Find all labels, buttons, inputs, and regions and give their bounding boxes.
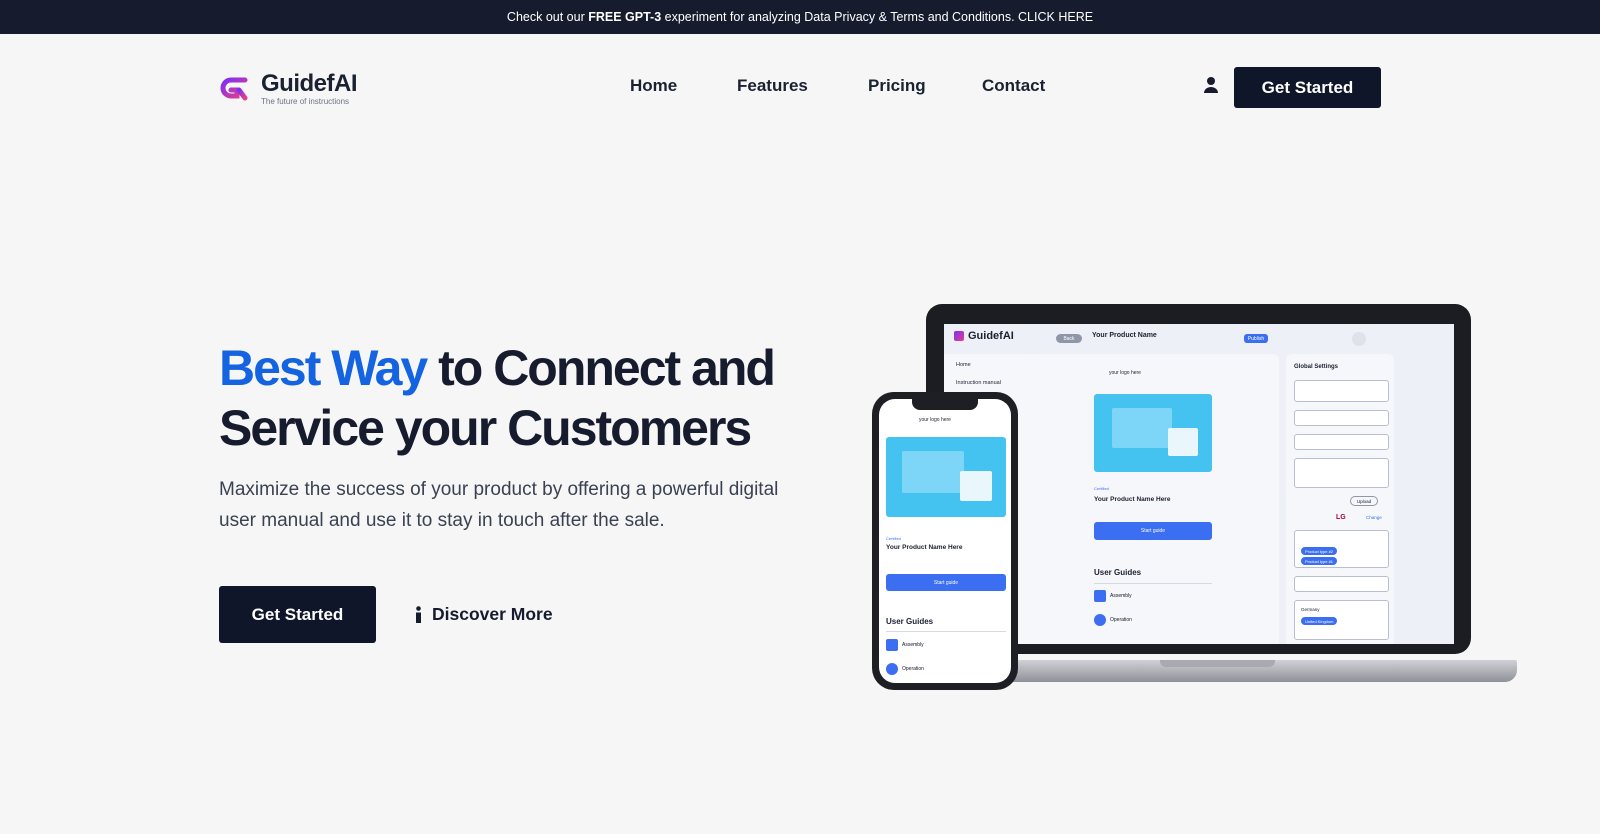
app-guide-assembly-label: Assembly — [1110, 593, 1132, 599]
certified-badge: Certified — [1094, 486, 1109, 491]
setting-field[interactable] — [1294, 410, 1389, 426]
phone-notch — [912, 398, 978, 410]
phone-screen-content: your logo here Certified Your Product Na… — [879, 399, 1011, 683]
header-get-started-button[interactable]: Get Started — [1234, 67, 1381, 108]
hero-get-started-button[interactable]: Get Started — [219, 586, 376, 643]
app-back-button[interactable]: Back — [1056, 334, 1082, 343]
app-page-title: Your Product Name — [1092, 332, 1157, 339]
laptop-notch — [1160, 660, 1275, 667]
header-cta-label: Get Started — [1261, 77, 1354, 97]
tag-chip[interactable]: Product type #1 — [1301, 557, 1338, 565]
lg-brand-logo: LG — [1336, 514, 1346, 521]
discover-more-label: Discover More — [432, 604, 553, 624]
app-settings-title: Global Settings — [1294, 364, 1339, 370]
nav-contact[interactable]: Contact — [982, 76, 1045, 96]
hero-title-line1: to Connect and — [426, 340, 776, 396]
app-guide-operation[interactable]: Operation — [1094, 614, 1132, 626]
app-preview-panel: your logo here Certified Your Product Na… — [1029, 354, 1279, 644]
upload-label: Upload — [1356, 498, 1372, 504]
color-select[interactable] — [1294, 576, 1389, 592]
brand-tagline: The future of instructions — [261, 97, 350, 106]
laptop-screen-content: GuidefAI Back Your Product Name Publish … — [944, 324, 1454, 644]
nav-home[interactable]: Home — [630, 76, 677, 96]
logo-mark-icon — [220, 77, 248, 101]
brand-logo[interactable]: GuidefAI The future of instructions — [219, 70, 358, 106]
app-start-guide-label: Start guide — [1140, 528, 1166, 534]
user-icon[interactable] — [1203, 76, 1219, 94]
announcement-bar[interactable]: Check out our FREE GPT-3 experiment for … — [0, 0, 1600, 34]
phone-start-guide-label: Start guide — [933, 579, 959, 586]
app-user-guides-title: User Guides — [1094, 568, 1142, 577]
tag-chip[interactable]: Product type #2 — [1301, 547, 1338, 555]
app-guide-operation-label: Operation — [1110, 617, 1132, 623]
announcement-suffix: experiment for analyzing Data Privacy & … — [661, 10, 1094, 24]
hero-cta-label: Get Started — [251, 604, 344, 624]
app-logo-icon — [954, 331, 964, 341]
phone-product-image — [886, 437, 1006, 517]
upload-button[interactable]: Upload — [1350, 496, 1378, 506]
phone-certified-badge: Certified — [886, 536, 901, 541]
app-sidebar-manual[interactable]: Instruction manual — [956, 380, 1001, 386]
app-avatar[interactable] — [1352, 332, 1366, 346]
nav-features[interactable]: Features — [737, 76, 808, 96]
app-sidebar-home[interactable]: Home — [956, 362, 971, 368]
phone-guide-operation-label: Operation — [902, 666, 924, 672]
nav-pricing[interactable]: Pricing — [868, 76, 926, 96]
country-chip[interactable]: United Kingdom — [1301, 617, 1338, 625]
setting-field[interactable] — [1294, 458, 1389, 488]
hero-title: Best Way to Connect and Service your Cus… — [219, 338, 776, 458]
phone-guide-assembly-label: Assembly — [902, 642, 924, 648]
app-back-label: Back — [1063, 335, 1075, 342]
product-image — [1094, 394, 1212, 472]
phone-start-guide-button[interactable]: Start guide — [886, 574, 1006, 591]
brand-name: GuidefAI — [261, 70, 358, 97]
hero-title-highlight: Best Way — [219, 340, 428, 396]
app-logo-placeholder: your logo here — [1109, 370, 1141, 376]
phone-guide-operation[interactable]: Operation — [886, 663, 924, 675]
phone-product-name: Your Product Name Here — [886, 544, 963, 551]
app-publish-label: Publish — [1247, 335, 1265, 342]
app-logo-name: GuidefAI — [968, 330, 1014, 342]
change-link[interactable]: Change — [1366, 515, 1382, 520]
app-settings-panel: Global Settings Upload LG Change Product… — [1286, 354, 1394, 644]
app-publish-button[interactable]: Publish — [1244, 334, 1268, 343]
setting-field[interactable] — [1294, 434, 1389, 450]
info-icon — [416, 605, 421, 623]
setting-field[interactable] — [1294, 380, 1389, 402]
hero-title-line2: Service your Customers — [219, 400, 752, 456]
product-type-field[interactable]: Product type #2 Product type #1 — [1294, 530, 1389, 568]
phone-logo-placeholder: your logo here — [919, 417, 951, 423]
app-start-guide-button[interactable]: Start guide — [1094, 522, 1212, 540]
phone-guide-assembly[interactable]: Assembly — [886, 639, 924, 651]
app-guide-assembly[interactable]: Assembly — [1094, 590, 1132, 602]
app-product-name: Your Product Name Here — [1094, 496, 1171, 503]
app-logo: GuidefAI — [954, 330, 1014, 342]
country-field[interactable]: Germany United Kingdom — [1294, 600, 1389, 640]
country-value: Germany — [1301, 607, 1320, 612]
announcement-prefix: Check out our — [506, 10, 589, 24]
announcement-highlight: FREE GPT-3 — [588, 10, 662, 24]
hero-subtitle: Maximize the success of your product by … — [219, 479, 779, 531]
phone-user-guides-title: User Guides — [886, 617, 934, 626]
discover-more-link[interactable]: Discover More — [415, 604, 553, 625]
